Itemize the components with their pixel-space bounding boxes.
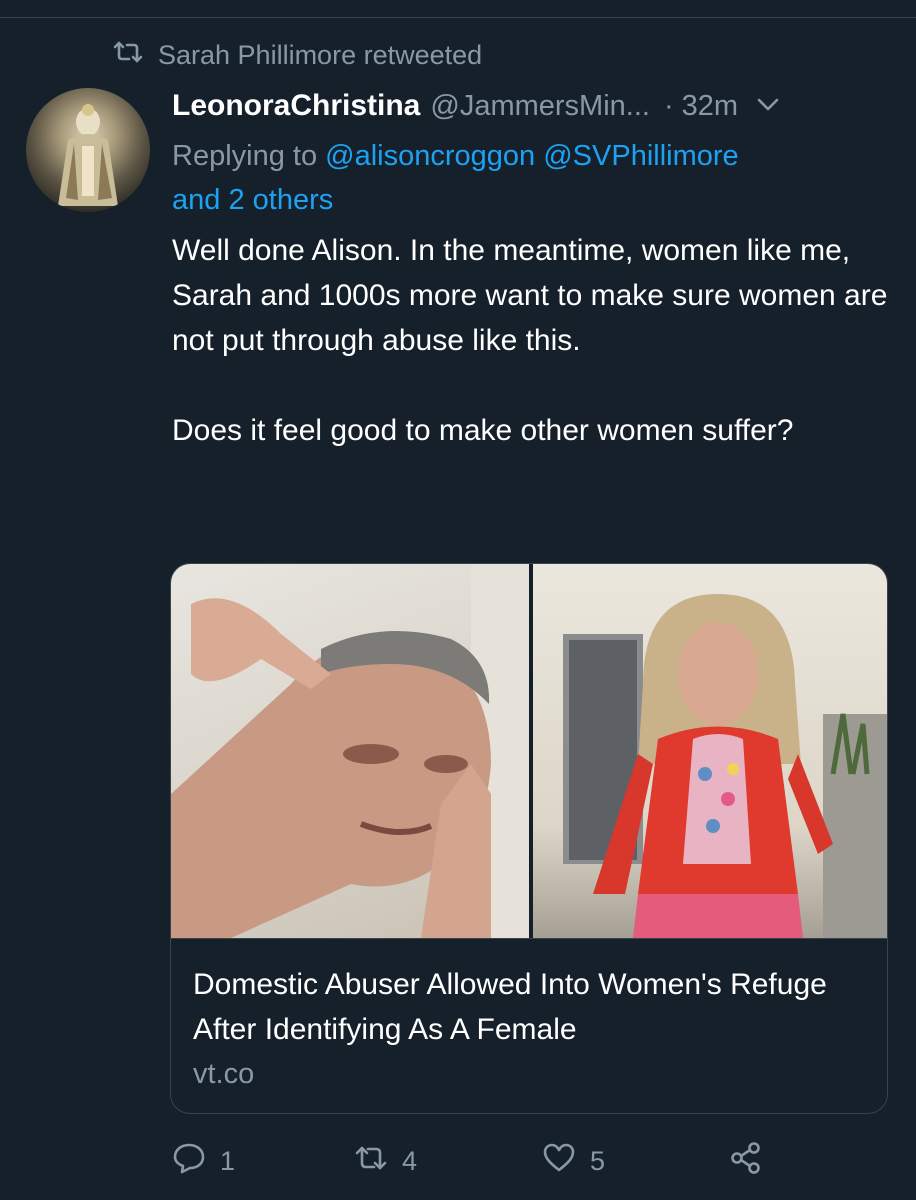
share-icon [728, 1141, 762, 1182]
card-divider [171, 938, 887, 939]
tweet-timestamp[interactable]: · 32m [664, 90, 738, 123]
chevron-down-icon[interactable] [738, 94, 782, 119]
retweeted-by-label: Sarah Phillimore retweeted [158, 39, 483, 70]
tweet-header: LeonoraChristina @JammersMin... · 32m [172, 84, 892, 128]
card-media[interactable] [171, 564, 887, 938]
replying-to-label: Replying to [172, 140, 318, 172]
tweet-actions: 1 4 5 [172, 1138, 892, 1184]
retweet-button[interactable]: 4 [354, 1138, 417, 1184]
mention-link[interactable]: @alisoncroggon [325, 140, 535, 172]
retweet-icon [112, 40, 144, 71]
retweet-count: 4 [402, 1145, 418, 1176]
heart-icon [542, 1141, 576, 1182]
display-name[interactable]: LeonoraChristina [172, 89, 420, 123]
replying-to: Replying to @alisoncroggon @SVPhillimore… [172, 134, 882, 222]
more-mentions-link[interactable]: and 2 others [172, 184, 333, 216]
share-button[interactable] [728, 1138, 762, 1184]
retweet-icon [354, 1141, 388, 1182]
mention-link[interactable]: @SVPhillimore [543, 140, 738, 172]
card-photo-right [533, 564, 887, 938]
top-divider [0, 17, 916, 18]
like-count: 5 [590, 1145, 606, 1176]
link-card[interactable]: Domestic Abuser Allowed Into Women's Ref… [170, 563, 888, 1114]
reply-icon [172, 1141, 206, 1182]
user-handle[interactable]: @JammersMin... [430, 90, 650, 123]
tweet-text: Well done Alison. In the meantime, women… [172, 234, 888, 447]
card-title[interactable]: Domestic Abuser Allowed Into Women's Ref… [193, 962, 863, 1052]
like-button[interactable]: 5 [542, 1138, 605, 1184]
retweet-context[interactable]: Sarah Phillimore retweeted [112, 38, 482, 72]
reply-button[interactable]: 1 [172, 1138, 235, 1184]
card-photo-left [171, 564, 529, 938]
reply-count: 1 [220, 1145, 236, 1176]
card-domain: vt.co [193, 1058, 255, 1090]
avatar[interactable] [26, 88, 150, 212]
